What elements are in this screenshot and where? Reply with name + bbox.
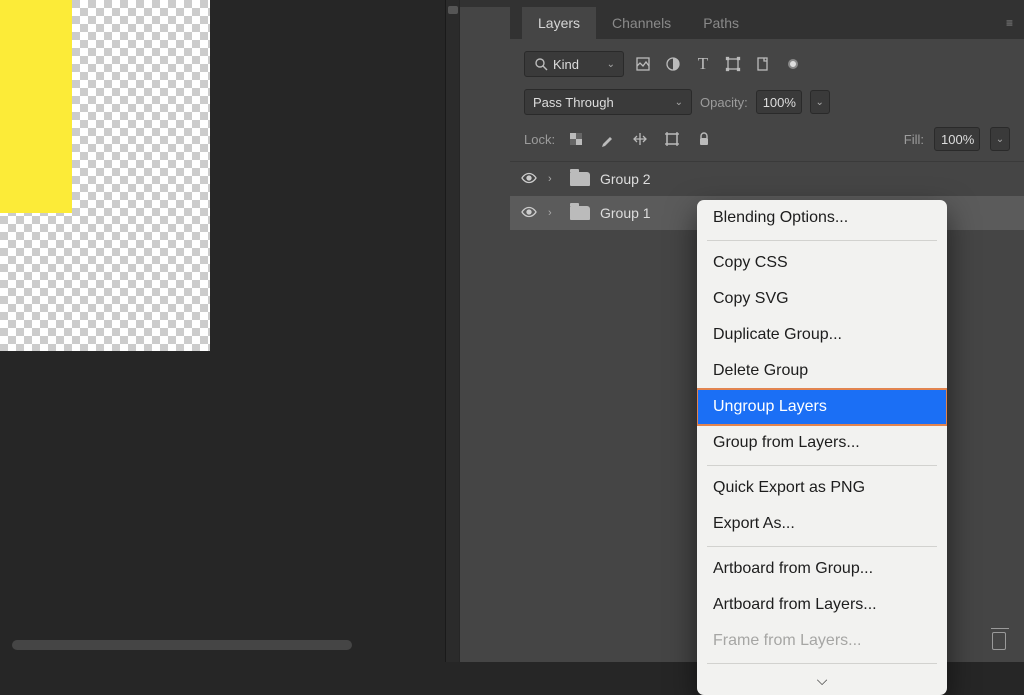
lock-position-icon[interactable] — [629, 128, 651, 150]
canvas-document[interactable] — [0, 0, 210, 351]
filter-adjustment-icon[interactable] — [662, 53, 684, 75]
filter-type-icon[interactable]: T — [692, 53, 714, 75]
panel-tabs: Layers Channels Paths ≡ — [510, 7, 1024, 39]
folder-icon — [570, 206, 590, 220]
lock-all-icon[interactable] — [693, 128, 715, 150]
menu-group-from-layers[interactable]: Group from Layers... — [697, 425, 947, 461]
lock-label: Lock: — [524, 132, 555, 147]
filter-kind-label: Kind — [553, 57, 579, 72]
panel-divider[interactable] — [445, 0, 459, 662]
folder-icon — [570, 172, 590, 186]
menu-delete-group[interactable]: Delete Group — [697, 353, 947, 389]
visibility-icon[interactable] — [520, 204, 538, 223]
menu-export-as[interactable]: Export As... — [697, 506, 947, 542]
menu-frame-from-layers: Frame from Layers... — [697, 623, 947, 659]
canvas-area[interactable] — [0, 0, 445, 662]
fill-label: Fill: — [904, 132, 924, 147]
layer-name: Group 1 — [600, 205, 651, 221]
blend-mode-select[interactable]: Pass Through ⌄ — [524, 89, 692, 115]
filter-pixel-icon[interactable] — [632, 53, 654, 75]
menu-ungroup-layers[interactable]: Ungroup Layers — [697, 389, 947, 425]
tab-channels[interactable]: Channels — [596, 7, 687, 39]
filter-kind-select[interactable]: Kind ⌄ — [524, 51, 624, 77]
opacity-label: Opacity: — [700, 95, 748, 110]
panel-bottom-icons — [992, 632, 1006, 650]
lock-transparency-icon[interactable] — [565, 128, 587, 150]
layer-name: Group 2 — [600, 171, 651, 187]
filter-smartobject-icon[interactable] — [752, 53, 774, 75]
opacity-input[interactable]: 100% — [756, 90, 802, 114]
blend-opacity-row: Pass Through ⌄ Opacity: 100% ⌄ — [510, 83, 1024, 121]
menu-quick-export-png[interactable]: Quick Export as PNG — [697, 470, 947, 506]
tab-layers[interactable]: Layers — [522, 7, 596, 39]
filter-toggle-switch[interactable] — [788, 59, 798, 69]
opacity-stepper[interactable]: ⌄ — [810, 90, 830, 114]
fill-stepper[interactable]: ⌄ — [990, 127, 1010, 151]
lock-artboard-icon[interactable] — [661, 128, 683, 150]
filter-shape-icon[interactable] — [722, 53, 744, 75]
chevron-down-icon: ⌄ — [607, 59, 615, 70]
layer-row[interactable]: › Group 2 — [510, 162, 1024, 196]
lock-pixels-icon[interactable] — [597, 128, 619, 150]
panel-menu-icon[interactable]: ≡ — [1006, 16, 1024, 30]
menu-artboard-from-group[interactable]: Artboard from Group... — [697, 551, 947, 587]
menu-artboard-from-layers[interactable]: Artboard from Layers... — [697, 587, 947, 623]
horizontal-scrollbar[interactable] — [12, 640, 352, 650]
lock-row: Lock: Fill: 100% ⌄ — [510, 121, 1024, 162]
visibility-icon[interactable] — [520, 170, 538, 189]
menu-duplicate-group[interactable]: Duplicate Group... — [697, 317, 947, 353]
search-icon — [533, 56, 549, 72]
layer-filter-row: Kind ⌄ T — [510, 39, 1024, 83]
expand-icon[interactable]: › — [548, 207, 560, 219]
yellow-layer-shape[interactable] — [0, 0, 72, 213]
tab-paths[interactable]: Paths — [687, 7, 755, 39]
trash-icon[interactable] — [992, 632, 1006, 650]
blend-mode-value: Pass Through — [533, 95, 614, 110]
expand-icon[interactable]: › — [548, 173, 560, 185]
fill-input[interactable]: 100% — [934, 127, 980, 151]
chevron-down-icon: ⌄ — [675, 97, 683, 108]
menu-blending-options[interactable]: Blending Options... — [697, 200, 947, 236]
menu-copy-css[interactable]: Copy CSS — [697, 245, 947, 281]
layer-context-menu: Blending Options... Copy CSS Copy SVG Du… — [697, 200, 947, 695]
menu-more-indicator[interactable]: ⌵ — [697, 668, 947, 695]
menu-copy-svg[interactable]: Copy SVG — [697, 281, 947, 317]
